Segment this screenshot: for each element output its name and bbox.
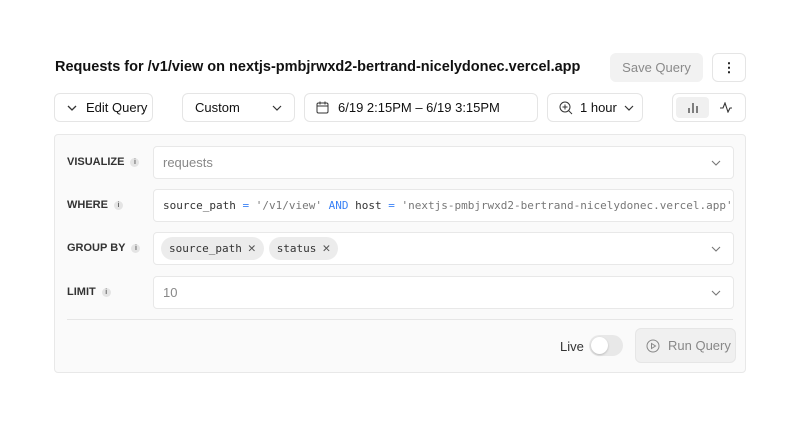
visualize-select[interactable]: requests (153, 146, 734, 179)
limit-value: 10 (163, 285, 178, 300)
limit-select[interactable]: 10 (153, 276, 734, 309)
group-by-label: GROUP BY i (67, 242, 141, 254)
chevron-down-icon (624, 105, 634, 111)
edit-query-button[interactable]: Edit Query (54, 93, 153, 122)
divider (67, 319, 733, 320)
granularity-value: 1 hour (580, 100, 617, 115)
chevron-down-icon (711, 246, 721, 252)
limit-label: LIMIT i (67, 286, 111, 298)
run-query-label: Run Query (668, 338, 731, 353)
more-vertical-icon: ⋮ (722, 59, 736, 75)
line-chart-icon (719, 102, 732, 113)
group-by-chip: source_path ✕ (161, 237, 264, 260)
chevron-down-icon (711, 160, 721, 166)
live-label: Live (560, 339, 584, 354)
edit-query-label: Edit Query (86, 100, 148, 115)
page-title: Requests for /v1/view on nextjs-pmbjrwxd… (55, 59, 581, 75)
range-type-value: Custom (195, 100, 240, 115)
where-input[interactable]: source_path = '/v1/view' AND host = 'nex… (153, 189, 734, 222)
date-range-value: 6/19 2:15PM – 6/19 3:15PM (338, 100, 500, 115)
visualize-label: VISUALIZE i (67, 156, 140, 168)
info-icon[interactable]: i (131, 243, 141, 253)
bar-chart-button[interactable] (676, 97, 709, 118)
more-options-button[interactable]: ⋮ (712, 53, 746, 82)
where-label: WHERE i (67, 199, 123, 211)
line-chart-button[interactable] (709, 97, 742, 118)
group-by-select[interactable]: source_path ✕ status ✕ (153, 232, 734, 265)
calendar-icon (316, 101, 329, 114)
group-by-chip: status ✕ (268, 237, 339, 260)
close-icon[interactable]: ✕ (248, 241, 256, 256)
info-icon[interactable]: i (113, 200, 123, 210)
chevron-down-icon (272, 105, 282, 111)
granularity-select[interactable]: 1 hour (547, 93, 643, 122)
date-range-picker[interactable]: 6/19 2:15PM – 6/19 3:15PM (304, 93, 538, 122)
play-circle-icon (646, 339, 660, 352)
visualize-value: requests (163, 155, 213, 170)
save-query-button[interactable]: Save Query (610, 53, 703, 82)
chevron-down-icon (67, 105, 77, 111)
bar-chart-icon (687, 103, 698, 113)
zoom-in-icon (559, 101, 573, 114)
close-icon[interactable]: ✕ (322, 241, 330, 256)
run-query-button[interactable]: Run Query (635, 328, 736, 363)
info-icon[interactable]: i (130, 157, 140, 167)
chevron-down-icon (711, 290, 721, 296)
chart-type-toggle[interactable] (672, 93, 746, 122)
live-toggle[interactable] (589, 335, 623, 356)
info-icon[interactable]: i (101, 287, 111, 297)
range-type-select[interactable]: Custom (182, 93, 295, 122)
